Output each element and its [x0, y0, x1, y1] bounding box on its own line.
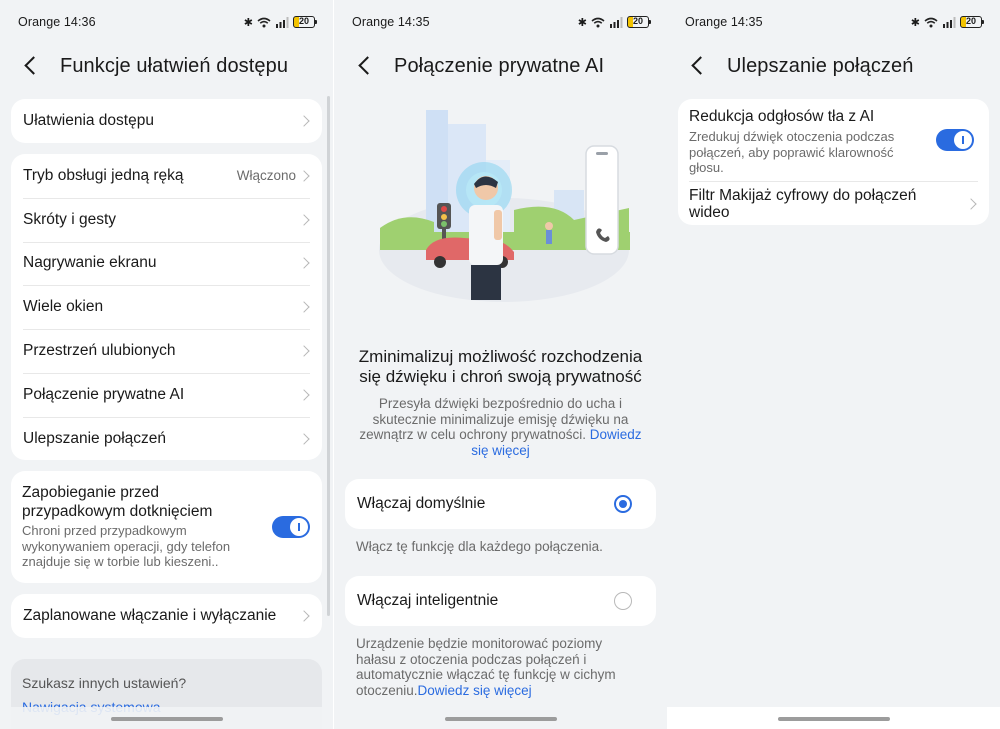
- scrollbar[interactable]: [327, 96, 330, 616]
- list-item-shortcuts[interactable]: Skróty i gesty: [11, 197, 322, 242]
- chevron-right-icon: [965, 198, 977, 210]
- clock: 14:36: [63, 15, 96, 29]
- option-smart[interactable]: Włączaj inteligentnie: [345, 576, 656, 626]
- feature-headline: Zminimalizuj możliwość rozchodzenia się …: [358, 347, 643, 386]
- back-arrow-icon[interactable]: [22, 56, 42, 76]
- chevron-right-icon: [298, 433, 310, 445]
- option-default[interactable]: Włączaj domyślnie: [345, 479, 656, 529]
- list-item-scheduled[interactable]: Zaplanowane włączanie i wyłączanie: [11, 594, 322, 638]
- battery-icon: 20: [627, 16, 651, 28]
- noise-reduction-toggle[interactable]: [936, 129, 974, 151]
- header: Połączenie prywatne AI: [334, 46, 667, 86]
- panel-accessibility: Orange 14:36 ✱ 20 Funkcje ułatwień dostę…: [0, 0, 333, 729]
- signal-icon: [943, 16, 956, 28]
- chevron-right-icon: [298, 610, 310, 622]
- wifi-icon: [257, 17, 271, 27]
- page-title: Połączenie prywatne AI: [394, 54, 605, 77]
- status-bar: Orange 14:35 ✱ 20: [667, 0, 1000, 44]
- radio-unselected-icon[interactable]: [614, 592, 632, 610]
- accessibility-card: Ułatwienia dostępu: [11, 99, 322, 143]
- list-item-label: Tryb obsługi jedną ręką: [23, 166, 184, 184]
- list-item-private-call[interactable]: Połączenie prywatne AI: [11, 372, 322, 417]
- digital-makeup-item[interactable]: Filtr Makijaż cyfrowy do połączeń wideo: [689, 187, 939, 221]
- wifi-icon: [924, 17, 938, 27]
- chevron-right-icon: [298, 301, 310, 313]
- chevron-right-icon: [298, 257, 310, 270]
- gesture-bar: [334, 707, 667, 729]
- chevron-right-icon: [298, 115, 310, 127]
- header: Ulepszanie połączeń: [667, 46, 1000, 86]
- panel-private-call: Orange 14:35 ✱ 20 Połączenie prywatne AI: [334, 0, 667, 729]
- carrier-label: Orange: [18, 15, 61, 29]
- back-arrow-icon[interactable]: [356, 56, 376, 76]
- battery-icon: 20: [960, 16, 984, 28]
- private-call-illustration: [379, 110, 630, 302]
- option-label: Włączaj inteligentnie: [357, 592, 499, 609]
- radio-selected-icon[interactable]: [614, 495, 632, 513]
- setting-description: Chroni przed przypadkowym wykonywaniem o…: [22, 523, 231, 569]
- status-bar: Orange 14:36 ✱ 20: [0, 0, 333, 44]
- home-indicator[interactable]: [444, 717, 557, 721]
- home-indicator[interactable]: [777, 717, 890, 721]
- accidental-touch-toggle[interactable]: [272, 516, 310, 538]
- learn-more-link[interactable]: Dowiedz się więcej: [418, 683, 532, 698]
- list-item-label: Ulepszanie połączeń: [23, 429, 167, 447]
- list-item-label: Połączenie prywatne AI: [23, 385, 185, 403]
- page-title: Ulepszanie połączeń: [727, 54, 914, 77]
- bluetooth-icon: ✱: [910, 16, 920, 29]
- wifi-icon: [591, 17, 605, 27]
- list-item-accessibility[interactable]: Ułatwienia dostępu: [11, 99, 322, 143]
- search-prompt: Szukasz innych ustawień?: [22, 675, 187, 691]
- setting-title: Zapobieganie przed przypadkowym dotknięc…: [22, 484, 213, 520]
- chevron-right-icon: [298, 170, 310, 182]
- call-enhance-card: Redukcja odgłosów tła z AI Zredukuj dźwi…: [678, 99, 989, 225]
- home-indicator[interactable]: [110, 717, 223, 721]
- page-title: Funkcje ułatwień dostępu: [60, 54, 289, 77]
- carrier-label: Orange: [685, 15, 728, 29]
- divider: [689, 181, 978, 182]
- option-label: Włączaj domyślnie: [357, 495, 486, 512]
- list-item-screen-recording[interactable]: Nagrywanie ekranu: [11, 241, 322, 286]
- battery-icon: 20: [293, 16, 317, 28]
- option-caption: Włącz tę funkcję dla każdego połączenia.: [356, 539, 603, 554]
- gesture-bar: [0, 707, 333, 729]
- radio-row[interactable]: Włączaj inteligentnie: [345, 576, 656, 626]
- chevron-right-icon: [298, 345, 310, 357]
- clock: 14:35: [730, 15, 763, 29]
- list-item-call-enhance[interactable]: Ulepszanie połączeń: [11, 416, 322, 461]
- list-item-multi-window[interactable]: Wiele okien: [11, 285, 322, 329]
- setting-description: Zredukuj dźwięk otoczenia podczas połącz…: [689, 129, 895, 175]
- features-card: Tryb obsługi jedną ręką Włączono Skróty …: [11, 154, 322, 460]
- header: Funkcje ułatwień dostępu: [0, 46, 333, 86]
- back-arrow-icon[interactable]: [689, 56, 709, 76]
- list-item-favorites-space[interactable]: Przestrzeń ulubionych: [11, 329, 322, 373]
- signal-icon: [276, 16, 289, 28]
- carrier-label: Orange: [352, 15, 395, 29]
- list-item-label: Ułatwienia dostępu: [23, 111, 154, 129]
- status-value: Włączono: [236, 168, 296, 184]
- list-item-label: Przestrzeń ulubionych: [23, 342, 176, 360]
- status-bar: Orange 14:35 ✱ 20: [334, 0, 667, 44]
- signal-icon: [610, 16, 623, 28]
- feature-body: Przesyła dźwięki bezpośrednio do ucha i …: [359, 396, 629, 442]
- list-item-one-hand[interactable]: Tryb obsługi jedną ręką Włączono: [11, 154, 322, 198]
- clock: 14:35: [397, 15, 430, 29]
- chevron-right-icon: [298, 389, 310, 401]
- feature-description: Przesyła dźwięki bezpośrednio do ucha i …: [354, 396, 647, 458]
- chevron-right-icon: [298, 214, 310, 226]
- list-item-label: Wiele okien: [23, 298, 104, 316]
- panel-call-enhancement: Orange 14:35 ✱ 20 Ulepszanie połączeń Re…: [667, 0, 1000, 729]
- accidental-touch-card[interactable]: Zapobieganie przed przypadkowym dotknięc…: [11, 471, 322, 583]
- list-item-label: Nagrywanie ekranu: [23, 254, 157, 272]
- option-caption: Urządzenie będzie monitorować poziomy ha…: [356, 636, 616, 698]
- setting-title: Redukcja odgłosów tła z AI: [689, 108, 875, 125]
- bluetooth-icon: ✱: [577, 16, 587, 29]
- radio-row[interactable]: Włączaj domyślnie: [345, 479, 656, 529]
- gesture-bar: [667, 707, 1000, 729]
- scheduled-card: Zaplanowane włączanie i wyłączanie: [11, 594, 322, 638]
- list-item-label: Zaplanowane włączanie i wyłączanie: [23, 606, 277, 624]
- bluetooth-icon: ✱: [243, 16, 253, 29]
- list-item-label: Skróty i gesty: [23, 210, 117, 228]
